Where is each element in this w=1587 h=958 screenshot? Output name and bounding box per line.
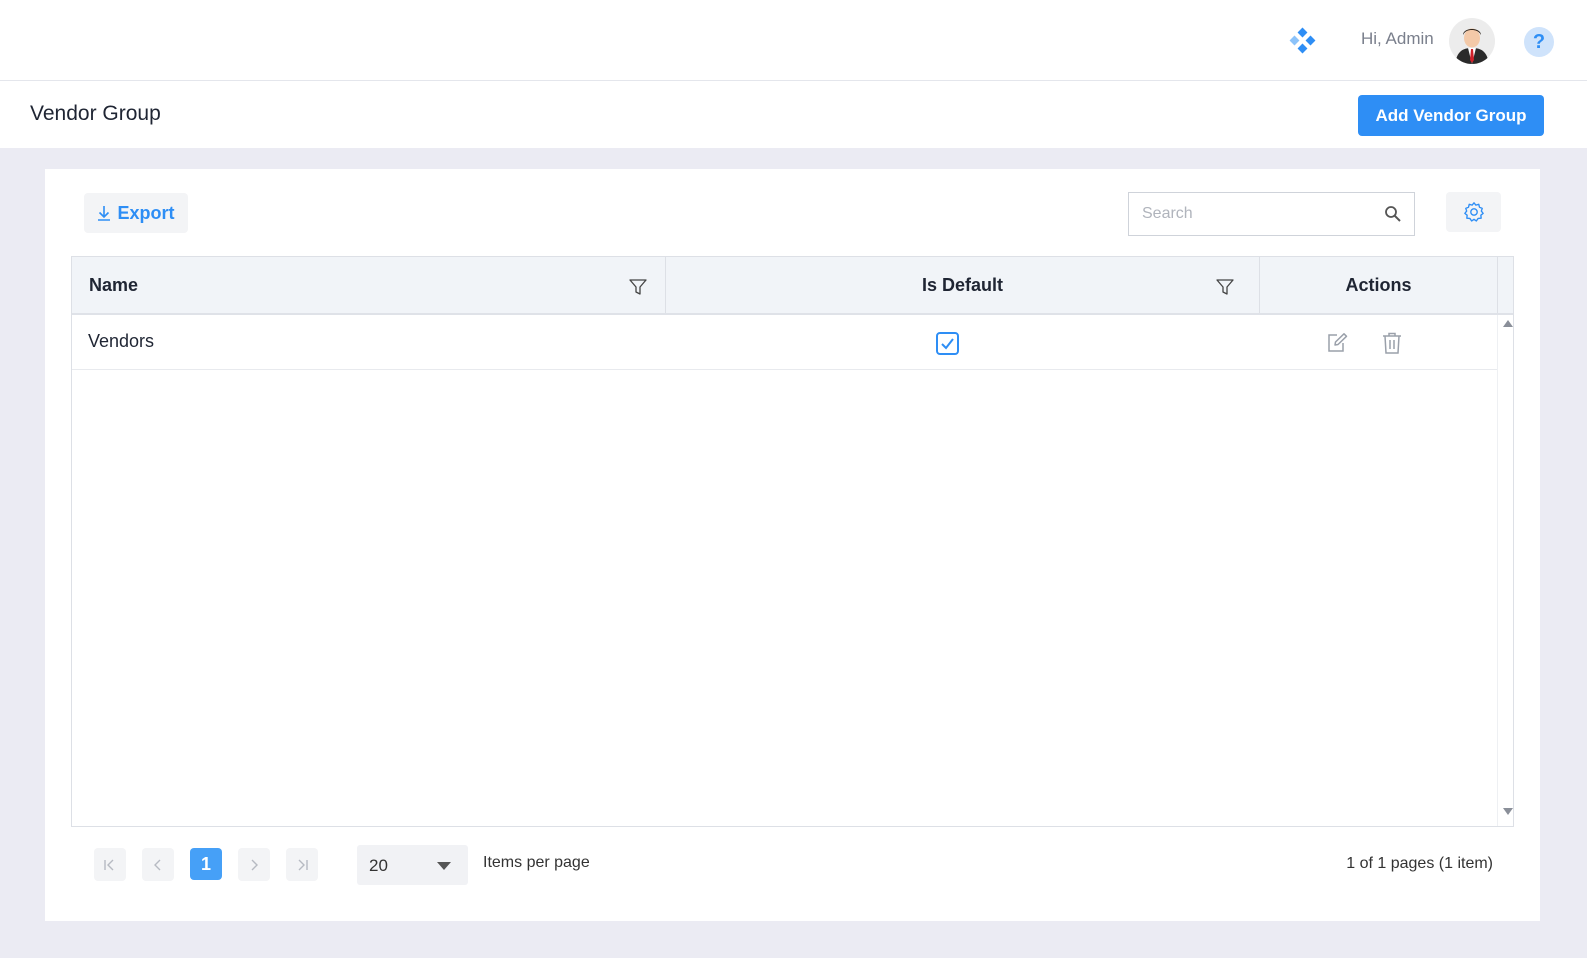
column-header-actions-label: Actions bbox=[1345, 274, 1412, 295]
export-label: Export bbox=[117, 202, 175, 223]
grid-settings-button[interactable] bbox=[1446, 192, 1501, 232]
page-header: Vendor Group Add Vendor Group bbox=[0, 81, 1587, 148]
vendor-group-name: Vendors bbox=[88, 331, 155, 351]
apps-icon[interactable] bbox=[1288, 27, 1316, 55]
avatar[interactable] bbox=[1449, 18, 1495, 64]
search-icon[interactable] bbox=[1384, 205, 1402, 223]
search-input[interactable] bbox=[1129, 193, 1374, 235]
page-title: Vendor Group bbox=[30, 102, 161, 125]
scroll-down-arrow-icon[interactable] bbox=[1503, 808, 1513, 815]
first-page-button[interactable] bbox=[94, 848, 126, 881]
gear-icon bbox=[1463, 202, 1484, 222]
add-vendor-group-button[interactable]: Add Vendor Group bbox=[1358, 95, 1544, 136]
page-size-value: 20 bbox=[369, 856, 388, 875]
next-page-button[interactable] bbox=[238, 848, 270, 881]
export-button[interactable]: Export bbox=[84, 193, 188, 233]
chevron-down-icon bbox=[437, 862, 451, 870]
scroll-up-arrow-icon[interactable] bbox=[1503, 320, 1513, 327]
trash-icon[interactable] bbox=[1382, 332, 1402, 354]
previous-page-button[interactable] bbox=[142, 848, 174, 881]
grid-header: Name Is Default Actions bbox=[72, 257, 1513, 315]
chevron-right-icon bbox=[251, 859, 258, 870]
is-default-checkbox[interactable] bbox=[936, 332, 959, 355]
column-header-name-label: Name bbox=[89, 274, 139, 295]
user-greeting: Hi, Admin bbox=[1361, 29, 1434, 48]
items-per-page-label: Items per page bbox=[483, 854, 590, 871]
filter-icon[interactable] bbox=[629, 279, 647, 296]
column-header-actions: Actions bbox=[1260, 257, 1498, 313]
last-page-icon bbox=[298, 859, 308, 870]
column-header-name[interactable]: Name bbox=[72, 257, 666, 313]
edit-icon[interactable] bbox=[1326, 332, 1348, 354]
vertical-scrollbar[interactable] bbox=[1497, 315, 1513, 826]
page-size-select[interactable]: 20 bbox=[357, 845, 468, 885]
vendor-group-grid: Name Is Default Actions Vendors bbox=[71, 256, 1514, 827]
checkmark-icon bbox=[941, 338, 954, 350]
page-number-button[interactable]: 1 bbox=[190, 848, 222, 880]
top-bar: Hi, Admin ? bbox=[0, 0, 1587, 81]
first-page-icon bbox=[104, 859, 114, 870]
search-box bbox=[1128, 192, 1415, 236]
column-header-is-default-label: Is Default bbox=[921, 274, 1004, 295]
filter-icon[interactable] bbox=[1216, 279, 1234, 296]
last-page-button[interactable] bbox=[286, 848, 318, 881]
pager-info: 1 of 1 pages (1 item) bbox=[1346, 855, 1493, 872]
chevron-left-icon bbox=[154, 859, 161, 870]
help-icon[interactable]: ? bbox=[1524, 27, 1554, 57]
download-icon bbox=[98, 206, 111, 221]
content-card: Export Name Is Default bbox=[45, 169, 1540, 921]
table-row[interactable]: Vendors bbox=[72, 315, 1497, 370]
column-header-is-default[interactable]: Is Default bbox=[666, 257, 1260, 313]
